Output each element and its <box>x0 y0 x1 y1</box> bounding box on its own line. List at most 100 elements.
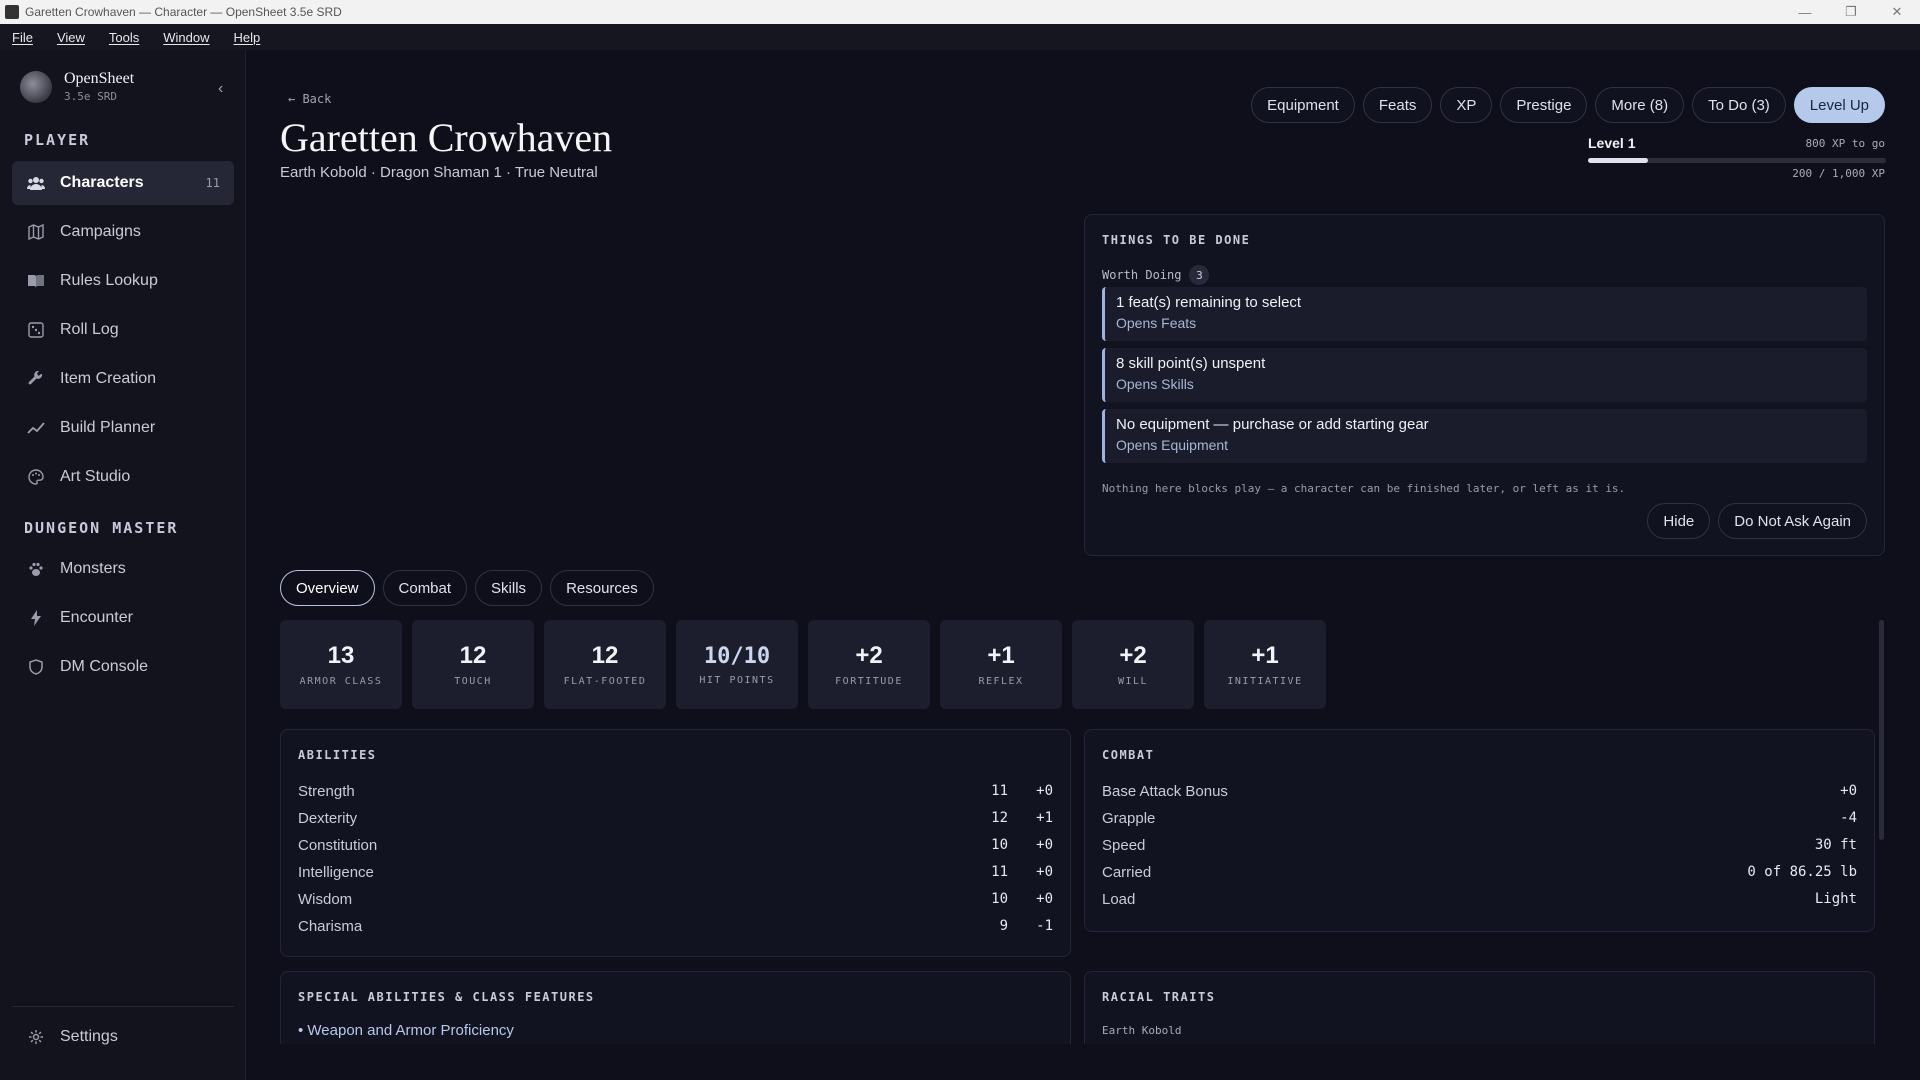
minimize-icon[interactable]: — <box>1782 0 1828 24</box>
back-link[interactable]: ← Back <box>288 92 331 106</box>
sidebar-item-label: Characters <box>60 174 144 191</box>
combat-row-load: Load Light <box>1102 888 1857 910</box>
hide-button[interactable]: Hide <box>1647 503 1711 539</box>
combat-label: Grapple <box>1102 809 1156 827</box>
prestige-button[interactable]: Prestige <box>1500 87 1588 123</box>
do-not-ask-again-button[interactable]: Do Not Ask Again <box>1718 503 1867 539</box>
menu-view[interactable]: View <box>45 30 97 45</box>
users-icon <box>26 173 46 193</box>
app-icon <box>5 5 19 19</box>
sidebar-item-art-studio[interactable]: Art Studio <box>12 455 234 499</box>
combat-value: 30 ft <box>1814 837 1857 853</box>
combat-label: Load <box>1102 890 1136 908</box>
menu-window[interactable]: Window <box>151 30 221 45</box>
todo-item-title: 8 skill point(s) unspent <box>1116 355 1266 372</box>
todo-item-title: No equipment — purchase or add starting … <box>1116 416 1429 433</box>
feature-item[interactable]: • Weapon and Armor Proficiency <box>298 1022 514 1039</box>
menu-file[interactable]: File <box>0 30 45 45</box>
stat-value: +1 <box>987 642 1015 669</box>
combat-row-carried: Carried 0 of 86.25 lb <box>1102 861 1857 883</box>
collapse-sidebar-icon[interactable]: ‹ <box>218 80 223 98</box>
book-icon <box>26 271 46 291</box>
sidebar-item-build-planner[interactable]: Build Planner <box>12 406 234 450</box>
sidebar-item-label: Monsters <box>60 560 126 577</box>
todo-button[interactable]: To Do (3) <box>1692 87 1786 123</box>
ability-modifier: +0 <box>1036 864 1053 880</box>
todo-note: Nothing here blocks play — a character c… <box>1102 482 1626 495</box>
combat-value: 0 of 86.25 lb <box>1747 864 1857 880</box>
special-abilities-title: SPECIAL ABILITIES & CLASS FEATURES <box>298 990 595 1004</box>
stat-initiative: +1 INITIATIVE <box>1204 620 1326 709</box>
tab-combat[interactable]: Combat <box>382 570 468 606</box>
sidebar-item-encounter[interactable]: Encounter <box>12 596 234 640</box>
window-title: Garetten Crowhaven — Character — OpenShe… <box>25 5 342 19</box>
tab-resources[interactable]: Resources <box>550 570 654 606</box>
todo-item-equipment[interactable]: No equipment — purchase or add starting … <box>1102 409 1867 463</box>
sidebar-item-label: Encounter <box>60 609 133 626</box>
menu-tools[interactable]: Tools <box>97 30 151 45</box>
sidebar-item-roll-log[interactable]: Roll Log <box>12 308 234 352</box>
more-button[interactable]: More (8) <box>1595 87 1685 123</box>
stat-flat-footed: 12 FLAT-FOOTED <box>544 620 666 709</box>
sidebar-item-label: Roll Log <box>60 321 119 338</box>
stat-label: FORTITUDE <box>835 676 903 687</box>
back-arrow-icon: ← <box>288 92 303 106</box>
sidebar-item-characters[interactable]: Characters 11 <box>12 161 234 205</box>
ability-score: 9 <box>999 918 1008 934</box>
player-heading: PLAYER <box>24 131 91 149</box>
todo-item-skills[interactable]: 8 skill point(s) unspent Opens Skills <box>1102 348 1867 402</box>
close-icon[interactable]: ✕ <box>1874 0 1920 24</box>
sidebar-item-monsters[interactable]: Monsters <box>12 547 234 591</box>
stat-reflex: +1 REFLEX <box>940 620 1062 709</box>
equipment-button[interactable]: Equipment <box>1251 87 1355 123</box>
stat-label: TOUCH <box>454 676 492 687</box>
stat-label: ARMOR CLASS <box>299 676 383 687</box>
stat-fortitude: +2 FORTITUDE <box>808 620 930 709</box>
abilities-panel: ABILITIES Strength 11 +0 Dexterity 12 +1 Con… <box>280 729 1071 957</box>
sidebar-item-campaigns[interactable]: Campaigns <box>12 210 234 254</box>
brand[interactable]: OpenSheet 3.5e SRD <box>20 70 134 103</box>
stat-value: 12 <box>459 642 487 669</box>
sidebar-item-settings[interactable]: Settings <box>12 1015 234 1059</box>
combat-value: +0 <box>1840 783 1857 799</box>
combat-row-speed: Speed 30 ft <box>1102 834 1857 856</box>
combat-label: Speed <box>1102 836 1146 854</box>
character-name: Garetten Crowhaven <box>280 115 613 160</box>
sidebar-item-dm-console[interactable]: DM Console <box>12 645 234 689</box>
xp-progress-fill <box>1588 158 1648 163</box>
ability-modifier: -1 <box>1036 918 1053 934</box>
worth-doing-group: Worth Doing 3 <box>1102 265 1210 285</box>
stat-label: INITIATIVE <box>1227 676 1303 687</box>
menu-help[interactable]: Help <box>222 30 273 45</box>
bolt-icon <box>26 608 46 628</box>
special-abilities-panel: SPECIAL ABILITIES & CLASS FEATURES • Wea… <box>280 971 1071 1044</box>
sidebar-item-rules-lookup[interactable]: Rules Lookup <box>12 259 234 303</box>
content-scrollbar[interactable] <box>1879 620 1884 840</box>
combat-label: Carried <box>1102 863 1152 881</box>
todo-item-feats[interactable]: 1 feat(s) remaining to select Opens Feat… <box>1102 287 1867 341</box>
sidebar: OpenSheet 3.5e SRD ‹ PLAYER Characters 1… <box>0 50 246 1080</box>
ability-score: 10 <box>991 837 1008 853</box>
stat-value: 12 <box>591 642 619 669</box>
ability-row-strength: Strength 11 +0 <box>298 780 1053 802</box>
stat-hit-points[interactable]: 10/10 HIT POINTS <box>676 620 798 709</box>
ability-row-constitution: Constitution 10 +0 <box>298 834 1053 856</box>
ability-modifier: +0 <box>1036 891 1053 907</box>
shield-icon <box>26 657 46 677</box>
xp-button[interactable]: XP <box>1440 87 1493 123</box>
ability-modifier: +0 <box>1036 837 1053 853</box>
ability-modifier: +0 <box>1036 783 1053 799</box>
sidebar-item-item-creation[interactable]: Item Creation <box>12 357 234 401</box>
stat-touch: 12 TOUCH <box>412 620 534 709</box>
tab-skills[interactable]: Skills <box>475 570 543 606</box>
maximize-icon[interactable]: ❐ <box>1828 0 1874 24</box>
tab-overview[interactable]: Overview <box>280 570 375 606</box>
feats-button[interactable]: Feats <box>1362 87 1433 123</box>
racial-traits-panel: RACIAL TRAITS Earth Kobold <box>1084 971 1875 1044</box>
dungeon-master-heading: DUNGEON MASTER <box>24 519 179 537</box>
sidebar-item-label: DM Console <box>60 658 149 675</box>
stat-label: FLAT-FOOTED <box>563 676 647 687</box>
combat-value: Light <box>1814 891 1857 907</box>
level-up-button[interactable]: Level Up <box>1793 87 1885 123</box>
brand-subtitle: 3.5e SRD <box>64 90 117 103</box>
